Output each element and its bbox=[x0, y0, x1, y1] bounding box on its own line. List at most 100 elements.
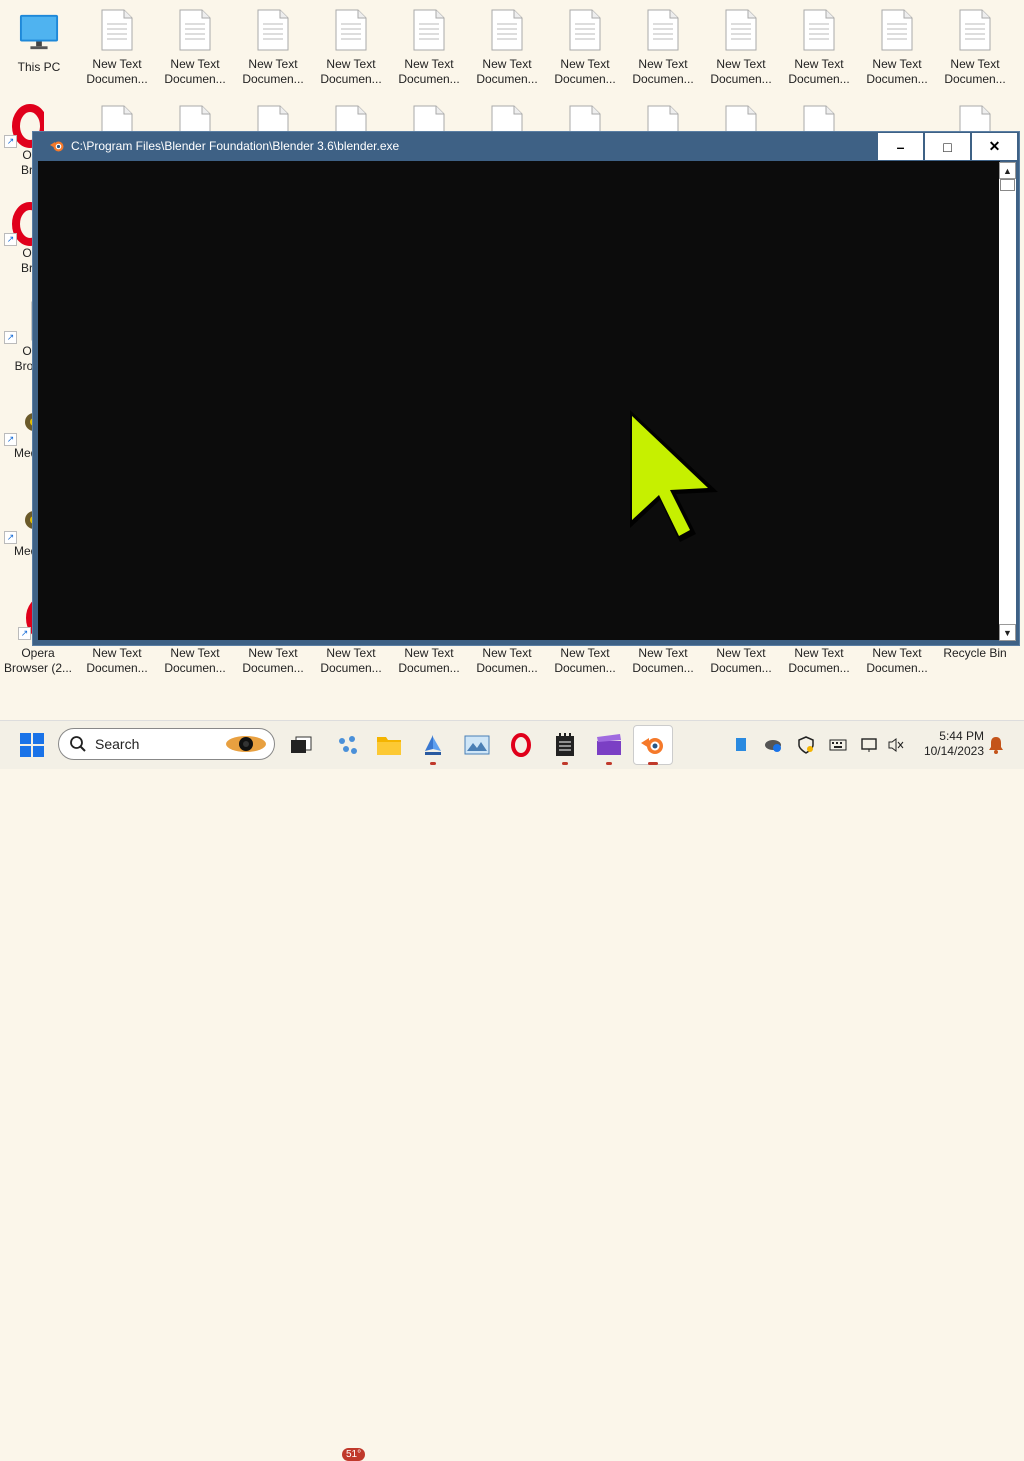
doc-label-line1: New Text bbox=[404, 646, 454, 660]
scroll-down-arrow-icon[interactable]: ▼ bbox=[999, 624, 1016, 641]
blender-console-window: C:\Program Files\Blender Foundation\Blen… bbox=[32, 131, 1020, 646]
text-document-icon[interactable]: New Text Documen... bbox=[390, 8, 468, 87]
notification-flag-icon[interactable] bbox=[731, 735, 751, 755]
text-document-icon[interactable]: New Text Documen... bbox=[546, 8, 624, 87]
doc-label-line1: New Text bbox=[716, 646, 766, 660]
text-document-icon[interactable]: New Text Documen... bbox=[78, 646, 156, 676]
document-icon bbox=[721, 8, 761, 52]
text-document-icon[interactable]: New Text Documen... bbox=[858, 8, 936, 87]
search-icon bbox=[69, 735, 87, 753]
doc-label-line1: New Text bbox=[872, 57, 922, 71]
doc-label-line2: Documen... bbox=[710, 72, 772, 86]
console-output-area[interactable] bbox=[38, 161, 1000, 640]
volume-muted-icon[interactable] bbox=[886, 735, 906, 755]
document-icon bbox=[331, 8, 371, 52]
doc-label-line1: New Text bbox=[950, 57, 1000, 71]
shortcut-arrow-icon: ↗ bbox=[4, 433, 17, 446]
doc-label-line1: New Text bbox=[248, 57, 298, 71]
minimize-button[interactable]: – bbox=[878, 133, 923, 160]
doc-label-line2: Documen... bbox=[710, 661, 772, 675]
text-document-icon[interactable]: New Text Documen... bbox=[546, 646, 624, 676]
text-document-icon[interactable]: New Text Documen... bbox=[858, 646, 936, 676]
onedrive-icon[interactable] bbox=[763, 735, 783, 755]
text-document-icon[interactable]: New Text Documen... bbox=[78, 8, 156, 87]
text-document-icon[interactable]: New Text Documen... bbox=[234, 8, 312, 87]
doc-label-line1: New Text bbox=[560, 646, 610, 660]
text-document-icon[interactable]: New Text Documen... bbox=[312, 646, 390, 676]
title-bar[interactable]: C:\Program Files\Blender Foundation\Blen… bbox=[33, 132, 1019, 160]
doc-label-line1: New Text bbox=[560, 57, 610, 71]
doc-label-line2: Documen... bbox=[320, 72, 382, 86]
scroll-up-arrow-icon[interactable]: ▲ bbox=[999, 162, 1016, 179]
text-document-icon[interactable]: New Text Documen... bbox=[312, 8, 390, 87]
doc-label-line1: New Text bbox=[92, 57, 142, 71]
doc-label-line1: New Text bbox=[170, 646, 220, 660]
text-document-icon[interactable]: New Text Documen... bbox=[156, 646, 234, 676]
document-icon bbox=[253, 8, 293, 52]
window-title: C:\Program Files\Blender Foundation\Blen… bbox=[71, 139, 400, 153]
maximize-button[interactable]: □ bbox=[925, 133, 970, 160]
notepad-icon[interactable] bbox=[550, 730, 580, 765]
text-document-icon[interactable]: New Text Documen... bbox=[234, 646, 312, 676]
file-explorer-icon[interactable] bbox=[374, 730, 404, 760]
doc-label-line1: New Text bbox=[794, 646, 844, 660]
keyboard-icon[interactable] bbox=[828, 735, 848, 755]
display-icon[interactable] bbox=[860, 735, 880, 755]
task-view-icon[interactable] bbox=[286, 730, 316, 760]
doc-label-line2: Documen... bbox=[554, 72, 616, 86]
clapperboard-app-icon[interactable] bbox=[594, 730, 624, 765]
text-document-icon[interactable]: New Text Documen... bbox=[624, 646, 702, 676]
text-document-icon[interactable]: New Text Documen... bbox=[702, 646, 780, 676]
taskbar-search-box[interactable]: Search bbox=[58, 728, 275, 760]
shortcut-arrow-icon: ↗ bbox=[4, 531, 17, 544]
document-icon bbox=[487, 8, 527, 52]
doc-label-line2: Documen... bbox=[866, 661, 928, 675]
doc-label-line2: Documen... bbox=[788, 72, 850, 86]
running-indicator bbox=[562, 762, 568, 765]
doc-label-line1: New Text bbox=[638, 57, 688, 71]
close-button[interactable]: ✕ bbox=[972, 133, 1017, 160]
doc-label-line2: Documen... bbox=[398, 72, 460, 86]
blender-taskbar-icon[interactable] bbox=[633, 725, 673, 765]
running-indicator bbox=[430, 762, 436, 765]
text-document-icon[interactable]: New Text Documen... bbox=[390, 646, 468, 676]
doc-label-line2: Documen... bbox=[866, 72, 928, 86]
weather-widget-icon[interactable] bbox=[332, 730, 362, 760]
notification-bell-icon[interactable] bbox=[986, 735, 1006, 755]
opera-taskbar-icon[interactable] bbox=[506, 730, 536, 760]
document-icon bbox=[409, 8, 449, 52]
this-pc-desktop-icon[interactable]: This PC bbox=[0, 10, 78, 75]
doc-label-line2: Documen... bbox=[242, 661, 304, 675]
doc-label-line1: New Text bbox=[326, 646, 376, 660]
document-icon bbox=[799, 8, 839, 52]
text-document-icon[interactable]: New Text Documen... bbox=[468, 646, 546, 676]
text-document-icon[interactable]: New Text Documen... bbox=[624, 8, 702, 87]
doc-label-line1: New Text bbox=[248, 646, 298, 660]
text-document-icon[interactable]: New Text Documen... bbox=[156, 8, 234, 87]
doc-label-line2: Documen... bbox=[788, 661, 850, 675]
sailboat-app-icon[interactable] bbox=[418, 730, 448, 765]
security-shield-icon[interactable] bbox=[796, 735, 816, 755]
recycle-bin-desktop-icon[interactable]: Recycle Bin bbox=[936, 646, 1014, 661]
windows-start-icon[interactable] bbox=[20, 733, 44, 757]
this-pc-label: This PC bbox=[17, 60, 61, 74]
doc-label-line1: New Text bbox=[482, 57, 532, 71]
doc-label-line2: Documen... bbox=[476, 661, 538, 675]
doc-label-line2: Documen... bbox=[86, 661, 148, 675]
document-icon bbox=[877, 8, 917, 52]
scrollbar-thumb[interactable] bbox=[1000, 179, 1015, 191]
left-icon-label: O bbox=[22, 246, 32, 260]
text-document-icon[interactable]: New Text Documen... bbox=[702, 8, 780, 87]
weather-temperature-badge: 51° bbox=[342, 1448, 366, 1461]
text-document-icon[interactable]: New Text Documen... bbox=[780, 8, 858, 87]
text-document-icon[interactable]: New Text Documen... bbox=[936, 8, 1014, 87]
shortcut-arrow-icon: ↗ bbox=[4, 233, 17, 246]
text-document-icon[interactable]: New Text Documen... bbox=[468, 8, 546, 87]
photo-viewer-icon[interactable] bbox=[462, 730, 492, 760]
system-clock[interactable]: 5:44 PM 10/14/2023 bbox=[924, 729, 984, 759]
text-document-icon[interactable]: New Text Documen... bbox=[780, 646, 858, 676]
doc-label-line2: Documen... bbox=[164, 661, 226, 675]
shortcut-arrow-icon: ↗ bbox=[4, 135, 17, 148]
doc-label-line2: Documen... bbox=[476, 72, 538, 86]
vertical-scrollbar[interactable]: ▲ ▼ bbox=[999, 162, 1016, 641]
